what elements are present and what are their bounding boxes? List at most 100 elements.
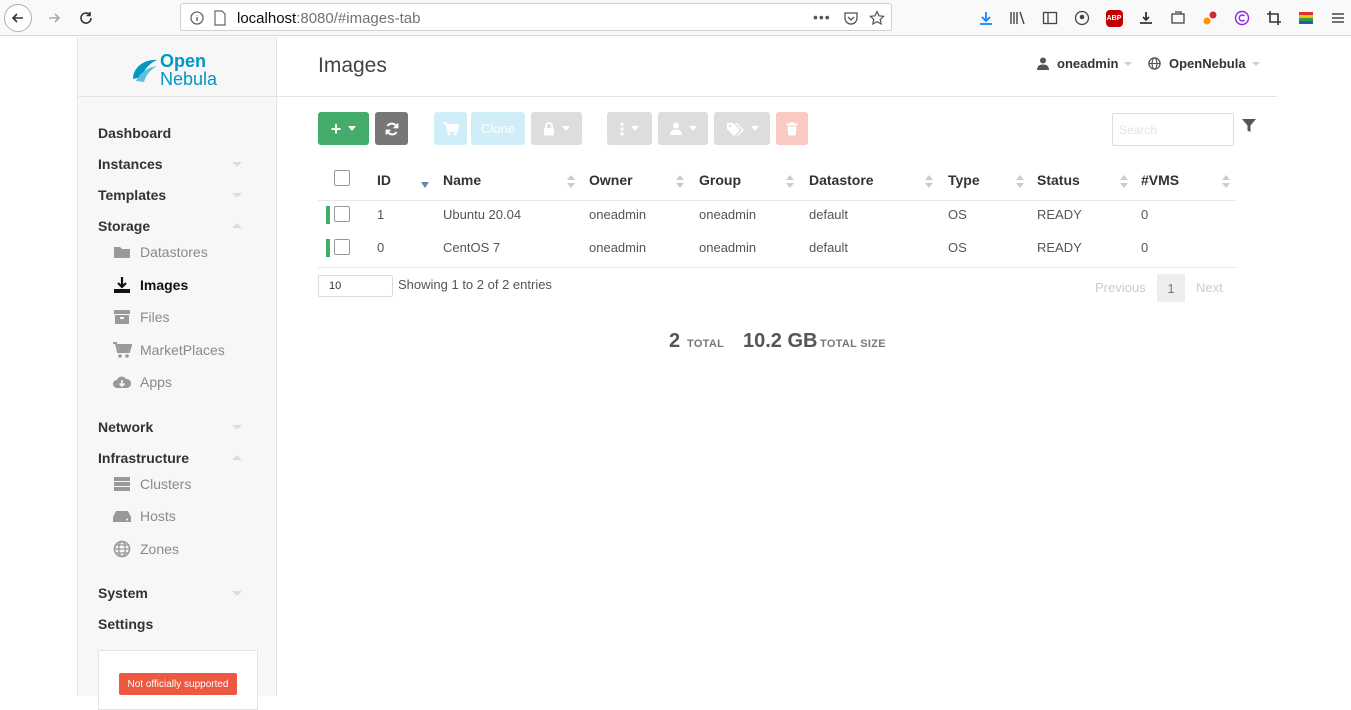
menu-templates[interactable]: Templates [98, 187, 166, 203]
column-header-vms[interactable]: #VMS [1141, 172, 1179, 188]
library-icon[interactable] [1008, 8, 1028, 28]
filter-icon[interactable] [1242, 119, 1256, 133]
sidebar-item-apps[interactable]: Apps [112, 372, 172, 392]
cell-status: READY [1037, 207, 1082, 222]
extension-icon[interactable] [1168, 8, 1188, 28]
menu-system[interactable]: System [98, 585, 148, 601]
labels-button[interactable] [714, 112, 770, 145]
url-path: :8080/#images-tab [296, 10, 421, 27]
total-size-label: TOTAL SIZE [820, 338, 886, 350]
sort-icon [1120, 175, 1128, 189]
clone-button[interactable]: Clone [471, 112, 525, 145]
export-to-marketplace-button[interactable] [434, 112, 467, 145]
chevron-down-icon [232, 162, 242, 167]
crop-icon[interactable] [1264, 8, 1284, 28]
chevron-down-icon [232, 591, 242, 596]
back-button[interactable] [4, 4, 32, 32]
sort-icon [676, 175, 684, 189]
bookmark-star-icon[interactable] [869, 10, 885, 26]
sidebar-item-files[interactable]: Files [112, 307, 170, 327]
vertical-ellipsis-icon [620, 121, 624, 136]
menu-settings[interactable]: Settings [98, 616, 153, 632]
copyright-extension-icon[interactable] [1232, 8, 1252, 28]
support-panel: Not officially supported [98, 650, 258, 710]
hamburger-menu-icon[interactable] [1328, 8, 1348, 28]
change-owner-button[interactable] [658, 112, 708, 145]
logo-line-2: Nebula [160, 69, 218, 89]
row-checkbox[interactable] [334, 206, 350, 222]
delete-button[interactable] [776, 112, 808, 145]
pagination-previous[interactable]: Previous [1095, 280, 1146, 295]
page-length-select[interactable]: 10 [318, 275, 393, 297]
page-actions-button[interactable]: ••• [813, 9, 831, 25]
table-bottom-divider [318, 267, 1236, 268]
column-header-group[interactable]: Group [699, 172, 741, 188]
user-menu[interactable]: oneadmin [1037, 56, 1133, 71]
url-bar[interactable]: localhost:8080/#images-tab ••• [180, 3, 892, 31]
sidebar-item-label: Images [140, 277, 189, 293]
support-badge[interactable]: Not officially supported [119, 673, 237, 695]
sidebar-item-label: Files [140, 309, 170, 325]
pocket-icon[interactable] [843, 10, 859, 26]
refresh-button[interactable] [375, 112, 408, 145]
sidebar-item-marketplaces[interactable]: MarketPlaces [112, 340, 225, 360]
tags-icon [726, 122, 744, 136]
chevron-down-icon [232, 425, 242, 430]
sort-icon [1016, 175, 1024, 189]
column-header-owner[interactable]: Owner [589, 172, 633, 188]
downloads-icon[interactable] [976, 8, 996, 28]
more-actions-button[interactable] [607, 112, 652, 145]
menu-storage[interactable]: Storage [98, 218, 150, 234]
download-manager-icon[interactable] [1136, 8, 1156, 28]
page-icon [214, 10, 226, 26]
sidebar-item-hosts[interactable]: Hosts [112, 506, 176, 526]
server-icon [112, 475, 132, 493]
chevron-down-icon [562, 126, 570, 131]
menu-network[interactable]: Network [98, 419, 153, 435]
column-header-status[interactable]: Status [1037, 172, 1080, 188]
create-button[interactable]: + [318, 112, 369, 145]
sidebar-item-zones[interactable]: Zones [112, 539, 179, 559]
cart-icon [442, 121, 459, 135]
cell-group: oneadmin [699, 207, 757, 222]
arrow-right-icon [49, 13, 61, 23]
cell-vms: 0 [1141, 240, 1149, 255]
color-extension-icon[interactable] [1296, 8, 1316, 28]
cell-status: READY [1037, 240, 1082, 255]
sidebar-item-clusters[interactable]: Clusters [112, 474, 191, 494]
cell-id: 1 [377, 207, 385, 222]
arrow-left-icon [11, 13, 23, 23]
account-icon[interactable] [1072, 8, 1092, 28]
column-header-datastore[interactable]: Datastore [809, 172, 874, 188]
logo-text: Open Nebula [160, 52, 217, 88]
info-icon[interactable] [189, 10, 205, 26]
column-header-id[interactable]: ID [377, 172, 391, 188]
menu-instances[interactable]: Instances [98, 156, 163, 172]
reload-button[interactable] [72, 4, 100, 32]
row-checkbox[interactable] [334, 239, 350, 255]
hdd-icon [112, 507, 132, 525]
forward-button[interactable] [40, 4, 68, 32]
cell-owner: oneadmin [589, 207, 647, 222]
pagination-current-page[interactable]: 1 [1157, 274, 1185, 302]
select-all-checkbox[interactable] [334, 170, 350, 186]
adblock-icon[interactable]: ABP [1104, 8, 1124, 28]
logo[interactable]: Open Nebula [78, 37, 276, 97]
cell-datastore: default [809, 240, 849, 255]
url-text: localhost:8080/#images-tab [237, 10, 420, 27]
cell-vms: 0 [1141, 207, 1149, 222]
column-header-name[interactable]: Name [443, 172, 481, 188]
user-icon [669, 122, 682, 135]
sidebar-toggle-icon[interactable] [1040, 8, 1060, 28]
total-count: 2 [669, 330, 681, 352]
link-extension-icon[interactable] [1200, 8, 1220, 28]
lock-button[interactable] [531, 112, 582, 145]
pagination-next[interactable]: Next [1196, 280, 1223, 295]
menu-infrastructure[interactable]: Infrastructure [98, 450, 189, 466]
sidebar-item-datastores[interactable]: Datastores [112, 242, 208, 262]
zone-menu[interactable]: OpenNebula [1148, 56, 1260, 71]
search-input[interactable] [1112, 113, 1234, 146]
menu-dashboard[interactable]: Dashboard [98, 125, 171, 141]
sidebar-item-images[interactable]: Images [112, 275, 188, 295]
column-header-type[interactable]: Type [948, 172, 980, 188]
